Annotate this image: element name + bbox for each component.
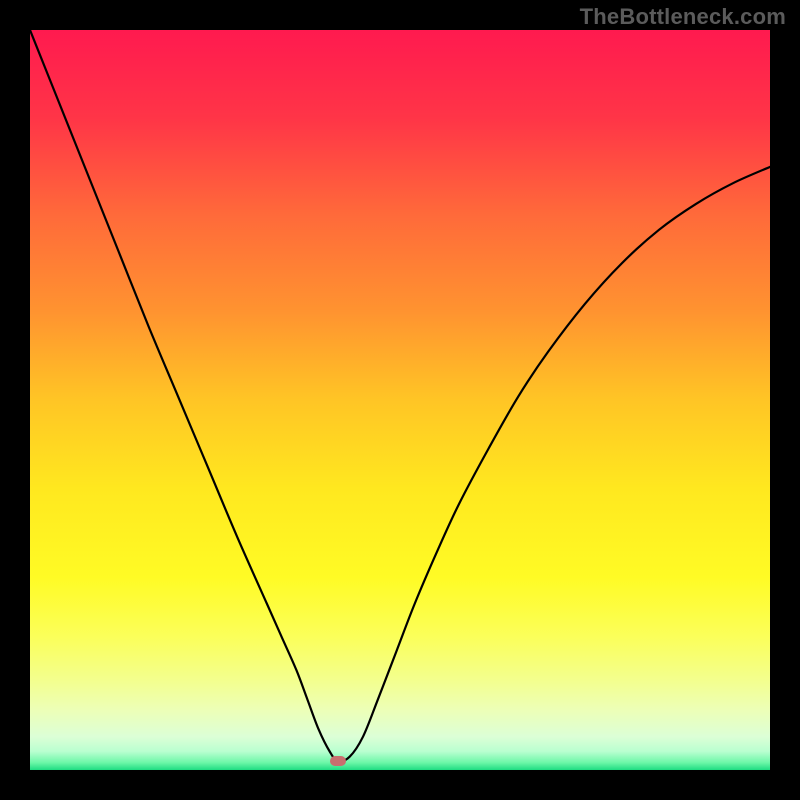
plot-area bbox=[30, 30, 770, 770]
minimum-marker bbox=[330, 756, 346, 766]
watermark-label: TheBottleneck.com bbox=[580, 4, 786, 30]
chart-frame: TheBottleneck.com bbox=[0, 0, 800, 800]
plot-svg bbox=[30, 30, 770, 770]
gradient-background bbox=[30, 30, 770, 770]
